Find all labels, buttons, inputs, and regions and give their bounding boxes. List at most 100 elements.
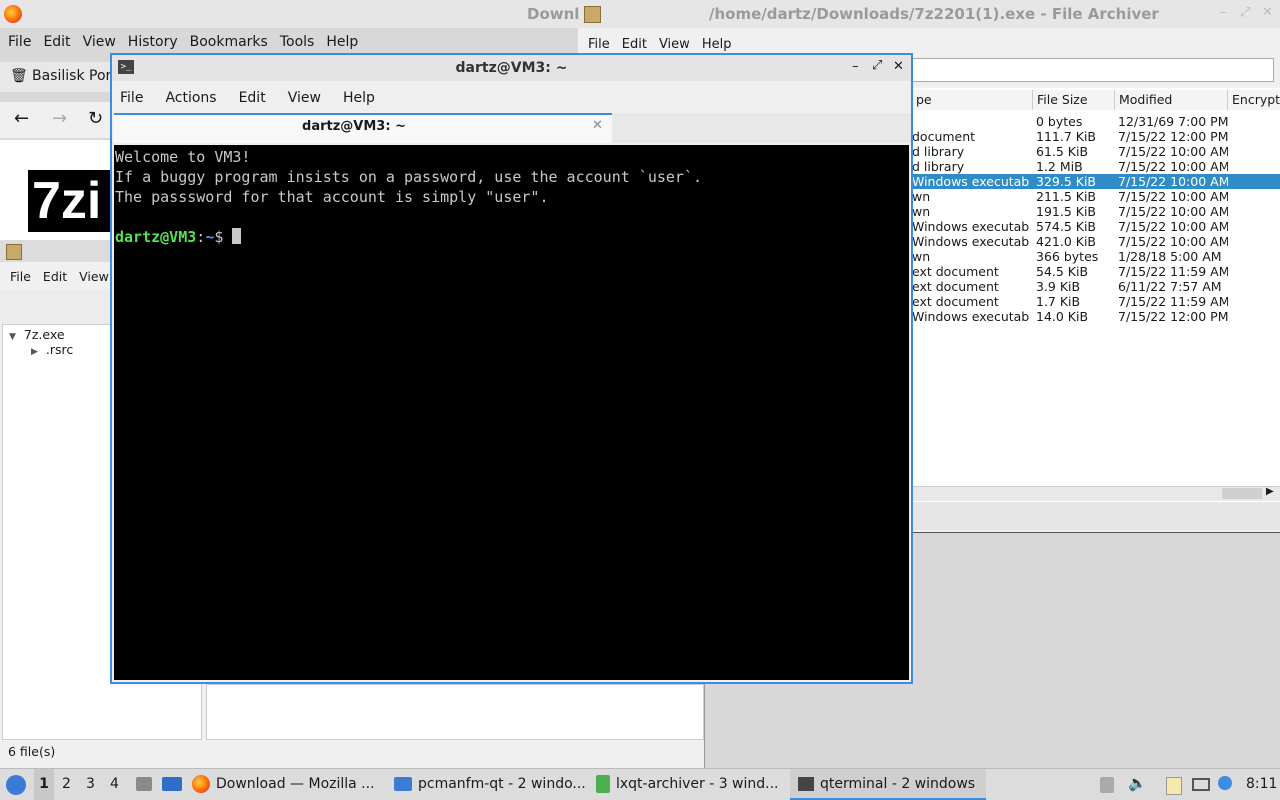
archiver-cell-modified: 7/15/22 12:00 PM bbox=[1118, 129, 1228, 144]
menu-help[interactable]: Help bbox=[320, 34, 364, 50]
archiver-row[interactable]: 0 bytes 12/31/69 7:00 PM bbox=[912, 114, 1280, 129]
trash-icon: 🗑 bbox=[10, 68, 28, 84]
task-archiver[interactable]: lxqt-archiver - 3 wind... bbox=[596, 769, 782, 800]
browser-tab[interactable]: Basilisk Port bbox=[32, 68, 117, 84]
archiver-row[interactable]: wn 366 bytes 1/28/18 5:00 AM bbox=[912, 249, 1280, 264]
archiver-location-field[interactable] bbox=[912, 58, 1274, 82]
terminal-screen[interactable]: Welcome to VM3! If a buggy program insis… bbox=[114, 145, 909, 680]
minimize-icon[interactable]: – bbox=[1220, 5, 1227, 20]
term-menu-file[interactable]: File bbox=[116, 90, 161, 106]
archiver-cell-modified: 7/15/22 11:59 AM bbox=[1118, 264, 1228, 279]
maximize-icon[interactable]: ⤢ bbox=[1240, 5, 1250, 20]
archiver-cell-modified: 7/15/22 10:00 AM bbox=[1118, 219, 1228, 234]
term-menu-help[interactable]: Help bbox=[339, 90, 393, 106]
archiver-cell-size: 1.7 KiB bbox=[1036, 294, 1081, 309]
menu-history[interactable]: History bbox=[122, 34, 184, 50]
archiver-row[interactable]: wn 191.5 KiB 7/15/22 10:00 AM bbox=[912, 204, 1280, 219]
archiver-row[interactable]: Windows executable 14.0 KiB 7/15/22 12:00 … bbox=[912, 309, 1280, 324]
archiver-cell-type: d library bbox=[912, 144, 965, 159]
archiver-cell-size: 111.7 KiB bbox=[1036, 129, 1097, 144]
archiver-cell-type: Windows executable bbox=[912, 234, 1030, 249]
archiver-row[interactable]: Windows executable 421.0 KiB 7/15/22 10:00… bbox=[912, 234, 1280, 249]
desktop-icon[interactable] bbox=[162, 777, 182, 791]
archiver-row[interactable]: Windows executable 574.5 KiB 7/15/22 10:00… bbox=[912, 219, 1280, 234]
menu-tools[interactable]: Tools bbox=[274, 34, 321, 50]
pcmanfm-menubar: File Edit View bbox=[4, 266, 115, 286]
volume-icon[interactable]: 🔈 bbox=[1128, 774, 1147, 792]
archiver-row[interactable]: ext document 3.9 KiB 6/11/22 7:57 AM bbox=[912, 279, 1280, 294]
column-modified[interactable]: Modified bbox=[1115, 90, 1228, 110]
task-qterminal[interactable]: qterminal - 2 windows bbox=[790, 769, 986, 800]
archiver-menu-edit[interactable]: Edit bbox=[616, 37, 653, 52]
close-icon[interactable]: ✕ bbox=[893, 59, 904, 74]
pcman-menu-edit[interactable]: Edit bbox=[37, 269, 73, 284]
terminal-tab[interactable]: dartz@VM3: ~ ✕ bbox=[114, 113, 612, 143]
menu-file[interactable]: File bbox=[2, 34, 37, 50]
pcman-menu-view[interactable]: View bbox=[73, 269, 115, 284]
tree-item-7z-exe[interactable]: ▼ 7z.exe bbox=[9, 327, 65, 342]
term-menu-edit[interactable]: Edit bbox=[235, 90, 284, 106]
task-firefox[interactable]: Download — Mozilla ... bbox=[192, 769, 388, 800]
taskbar: 1 2 3 4 Download — Mozilla ... pcmanfm-q… bbox=[0, 768, 1280, 800]
pcman-menu-file[interactable]: File bbox=[4, 269, 37, 284]
archiver-cell-modified: 7/15/22 11:59 AM bbox=[1118, 294, 1228, 309]
file-manager-icon[interactable] bbox=[136, 777, 152, 791]
scroll-right-icon[interactable]: ▶ bbox=[1266, 486, 1274, 497]
forward-icon[interactable]: → bbox=[52, 108, 67, 129]
workspace-3[interactable]: 3 bbox=[86, 769, 95, 800]
term-menu-actions[interactable]: Actions bbox=[161, 90, 234, 106]
archiver-cell-type: ext document bbox=[912, 279, 999, 294]
expand-icon[interactable]: ▼ bbox=[9, 332, 16, 342]
archiver-menu-view[interactable]: View bbox=[653, 37, 696, 52]
clipboard-icon[interactable] bbox=[1100, 777, 1114, 793]
notes-icon[interactable] bbox=[1166, 777, 1182, 795]
collapse-icon[interactable]: ▶ bbox=[31, 347, 38, 357]
prompt-end: $ bbox=[214, 228, 224, 246]
archiver-row[interactable]: d library 61.5 KiB 7/15/22 10:00 AM bbox=[912, 144, 1280, 159]
archiver-cell-size: 0 bytes bbox=[1036, 114, 1083, 129]
archiver-row[interactable]: ext document 1.7 KiB 7/15/22 11:59 AM bbox=[912, 294, 1280, 309]
archiver-cell-size: 211.5 KiB bbox=[1036, 189, 1097, 204]
archiver-menu-file[interactable]: File bbox=[582, 37, 616, 52]
menu-bookmarks[interactable]: Bookmarks bbox=[184, 34, 274, 50]
archiver-row[interactable]: ext document 54.5 KiB 7/15/22 11:59 AM bbox=[912, 264, 1280, 279]
archiver-cell-type: Windows executable bbox=[912, 219, 1030, 234]
column-file-size[interactable]: File Size bbox=[1033, 90, 1115, 110]
archiver-horizontal-scrollbar[interactable]: ▶ bbox=[912, 486, 1280, 501]
tree-item-rsrc[interactable]: ▶ .rsrc bbox=[31, 342, 73, 357]
reload-icon[interactable]: ↻ bbox=[88, 108, 103, 129]
pcmanfm-titlebar bbox=[0, 240, 110, 262]
prompt-path: ~ bbox=[205, 228, 215, 246]
clock[interactable]: 8:11 bbox=[1246, 776, 1277, 792]
archiver-row[interactable]: Windows executable 329.5 KiB 7/15/22 10:00… bbox=[912, 174, 1280, 189]
archiver-cell-size: 3.9 KiB bbox=[1036, 279, 1081, 294]
archiver-window-title: /home/dartz/Downloads/7z2201(1).exe - Fi… bbox=[709, 5, 1159, 23]
archiver-cell-type: ext document bbox=[912, 264, 999, 279]
tab-close-icon[interactable]: ✕ bbox=[592, 118, 603, 133]
terminal-tab-title: dartz@VM3: ~ bbox=[302, 119, 406, 134]
close-icon[interactable]: ✕ bbox=[1262, 5, 1273, 20]
archiver-menu-help[interactable]: Help bbox=[696, 37, 738, 52]
maximize-icon[interactable]: ⤢ bbox=[872, 58, 882, 73]
column-type[interactable]: pe bbox=[912, 90, 1033, 110]
archiver-cell-type: Windows executable bbox=[912, 174, 1030, 189]
network-icon[interactable] bbox=[1192, 778, 1210, 791]
notification-icon[interactable] bbox=[1218, 776, 1232, 790]
workspace-4[interactable]: 4 bbox=[110, 769, 119, 800]
archiver-row[interactable]: d library 1.2 MiB 7/15/22 10:00 AM bbox=[912, 159, 1280, 174]
start-menu-icon[interactable] bbox=[6, 775, 26, 795]
menu-view[interactable]: View bbox=[77, 34, 122, 50]
archiver-footer bbox=[912, 502, 1280, 530]
workspace-1[interactable]: 1 bbox=[34, 769, 54, 800]
archiver-row[interactable]: wn 211.5 KiB 7/15/22 10:00 AM bbox=[912, 189, 1280, 204]
archiver-cell-modified: 7/15/22 10:00 AM bbox=[1118, 204, 1228, 219]
archiver-file-list: pe File Size Modified Encrypt 0 bytes 12/… bbox=[912, 88, 1280, 528]
archiver-row[interactable]: document 111.7 KiB 7/15/22 12:00 PM bbox=[912, 129, 1280, 144]
column-encrypted[interactable]: Encrypt bbox=[1228, 90, 1280, 110]
workspace-2[interactable]: 2 bbox=[62, 769, 71, 800]
term-menu-view[interactable]: View bbox=[284, 90, 339, 106]
minimize-icon[interactable]: – bbox=[852, 59, 859, 74]
menu-edit[interactable]: Edit bbox=[37, 34, 76, 50]
task-pcmanfm[interactable]: pcmanfm-qt - 2 windo... bbox=[394, 769, 590, 800]
back-icon[interactable]: ← bbox=[14, 108, 29, 129]
